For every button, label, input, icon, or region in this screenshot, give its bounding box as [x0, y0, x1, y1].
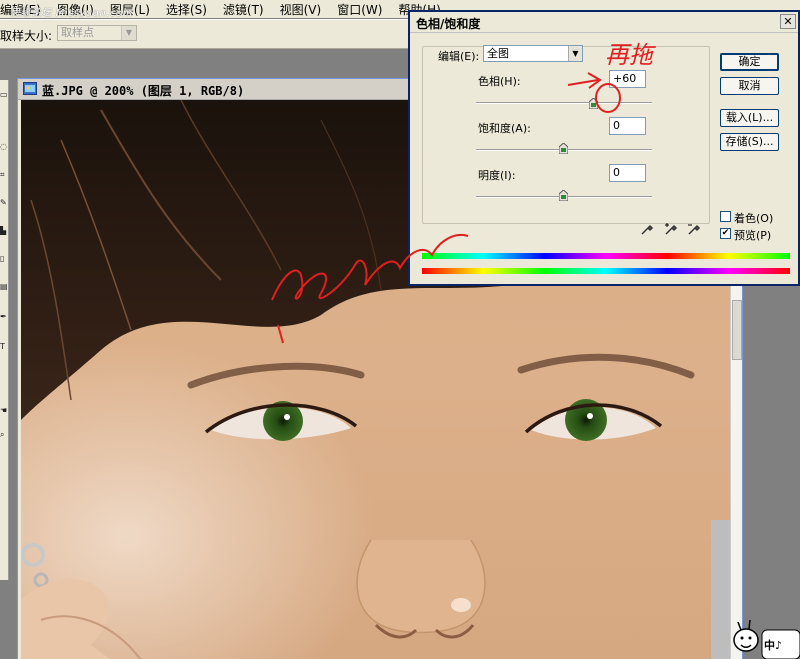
slider-thumb-icon[interactable] [559, 190, 568, 201]
mascot-text: 中♪ [764, 639, 783, 652]
save-button[interactable]: 存储(S)... [720, 133, 779, 151]
preview-label[interactable]: 预览(P) [734, 227, 771, 243]
edit-channel-value: 全图 [487, 47, 509, 60]
tool-hand-icon[interactable]: ☚ [0, 406, 7, 415]
tool-brush-icon[interactable]: ✎ [0, 198, 7, 207]
handwritten-note: 再拖 [605, 41, 653, 69]
document-title: 蓝.JPG @ 200% (图层 1, RGB/8) [42, 84, 245, 98]
dialog-titlebar[interactable]: 色相/饱和度 ✕ [410, 12, 798, 33]
menu-window[interactable]: 窗口(W) [331, 1, 392, 18]
colorize-label[interactable]: 着色(O) [734, 210, 773, 226]
tool-pen-icon[interactable]: ✒ [0, 312, 7, 321]
load-button[interactable]: 载入(L)... [720, 109, 779, 127]
tool-gradient-icon[interactable]: ▤ [0, 282, 7, 291]
menu-view[interactable]: 视图(V) [274, 1, 332, 18]
hue-input[interactable]: +60 [609, 70, 646, 88]
original-hue-bar [422, 268, 790, 274]
slider-thumb-icon[interactable] [588, 98, 598, 109]
preview-checkbox[interactable]: ✔ [720, 228, 731, 239]
edit-label: 编辑(E): [438, 50, 480, 63]
dropdown-arrow-icon: ▼ [568, 46, 582, 61]
tool-lasso-icon[interactable]: ◌ [0, 142, 7, 151]
tool-stamp-icon[interactable]: ▙ [0, 226, 7, 235]
toolbox: ▭ ◌ ⌗ ✎ ▙ ▯ ▤ ✒ T ☚ ⌕ [0, 80, 9, 580]
saturation-label: 饱和度(A): [478, 122, 531, 135]
menu-select[interactable]: 选择(S) [160, 1, 217, 18]
lightness-input[interactable]: 0 [609, 164, 646, 182]
shifted-hue-bar [422, 253, 790, 259]
eyedropper-icon[interactable] [640, 222, 654, 236]
tool-eraser-icon[interactable]: ▯ [0, 254, 7, 263]
dropdown-arrow-icon: ▼ [121, 26, 136, 40]
sample-size-value: 取样点 [61, 26, 94, 39]
forum-watermark: 思缘论坛 Missyuan.com [10, 8, 133, 19]
lightness-label: 明度(I): [478, 169, 516, 182]
slider-thumb-icon[interactable] [559, 143, 568, 154]
sample-size-label: 取样大小: [0, 29, 53, 43]
hue-slider-track[interactable] [476, 102, 652, 104]
scrollbar-thumb[interactable] [732, 300, 742, 360]
sample-size-select[interactable]: 取样点 ▼ [57, 25, 137, 41]
tool-crop-icon[interactable]: ⌗ [0, 170, 7, 179]
checkmark-icon: ✔ [721, 228, 730, 238]
tool-zoom-icon[interactable]: ⌕ [0, 430, 7, 439]
hue-label: 色相(H): [478, 75, 521, 88]
edit-channel-select[interactable]: 全图 ▼ [483, 45, 583, 62]
eyedropper-minus-icon[interactable] [687, 222, 701, 236]
photoshop-workspace: 编辑(E) 图像(I) 图层(L) 选择(S) 滤镜(T) 视图(V) 窗口(W… [0, 0, 800, 659]
saturation-input[interactable]: 0 [609, 117, 646, 135]
colorize-checkbox[interactable] [720, 211, 731, 222]
hue-saturation-dialog: 色相/饱和度 ✕ 编辑(E): 全图 ▼ 色相(H): +60 饱和度(A): … [408, 10, 800, 286]
document-icon [23, 82, 37, 95]
tool-text-icon[interactable]: T [0, 342, 7, 351]
cancel-button[interactable]: 取消 [720, 77, 779, 95]
close-icon[interactable]: ✕ [780, 14, 796, 29]
tool-marquee-icon[interactable]: ▭ [0, 90, 7, 99]
eyedropper-plus-icon[interactable] [664, 222, 678, 236]
dialog-title: 色相/饱和度 [416, 17, 481, 31]
menu-filter[interactable]: 滤镜(T) [217, 1, 274, 18]
ok-button[interactable]: 确定 [720, 53, 779, 71]
